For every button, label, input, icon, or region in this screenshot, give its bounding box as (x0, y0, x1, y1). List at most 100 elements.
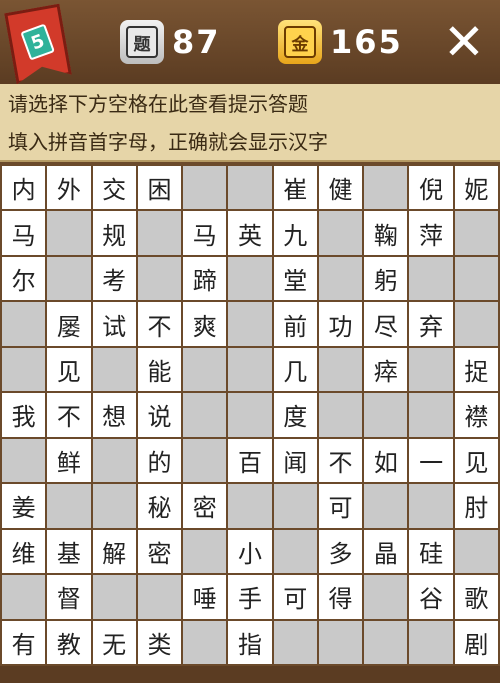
answer-cell[interactable]: 类 (137, 620, 182, 664)
blank-cell (454, 529, 498, 574)
answer-cell[interactable]: 英 (228, 211, 272, 255)
answer-cell[interactable]: 九 (273, 211, 317, 255)
answer-cell[interactable]: 交 (92, 166, 136, 210)
answer-cell[interactable]: 前 (273, 302, 317, 346)
answer-cell[interactable]: 度 (273, 393, 317, 437)
answer-cell[interactable]: 解 (92, 529, 136, 574)
answer-cell[interactable]: 督 (47, 575, 91, 619)
answer-cell[interactable]: 的 (137, 438, 182, 483)
answer-cell[interactable]: 得 (318, 575, 363, 619)
hint-line-1: 请选择下方空格在此查看提示答题 (0, 84, 500, 124)
gold-counter: 金 165 (278, 14, 403, 70)
answer-cell[interactable]: 我 (2, 393, 46, 437)
blank-cell (409, 484, 453, 528)
answer-cell[interactable]: 弃 (409, 302, 453, 346)
answer-cell[interactable]: 有 (2, 620, 46, 664)
blank-cell (137, 256, 182, 301)
answer-cell[interactable]: 无 (92, 620, 136, 664)
answer-cell[interactable]: 妮 (454, 166, 498, 210)
blank-cell (183, 166, 227, 210)
answer-cell[interactable]: 剧 (454, 620, 498, 664)
answer-cell[interactable]: 教 (47, 620, 91, 664)
answer-cell[interactable]: 考 (92, 256, 136, 301)
answer-cell[interactable]: 说 (137, 393, 182, 437)
blank-cell (137, 575, 182, 619)
answer-cell[interactable]: 肘 (454, 484, 498, 528)
hint-line-2: 填入拼音首字母，正确就会显示汉字 (0, 122, 500, 162)
answer-cell[interactable]: 几 (273, 347, 317, 392)
answer-cell[interactable]: 蹄 (183, 256, 227, 301)
answer-cell[interactable]: 见 (47, 347, 91, 392)
answer-cell[interactable]: 闻 (273, 438, 317, 483)
answer-cell[interactable]: 捉 (454, 347, 498, 392)
answer-cell[interactable]: 密 (137, 529, 182, 574)
answer-cell[interactable]: 堂 (273, 256, 317, 301)
answer-cell[interactable]: 倪 (409, 166, 453, 210)
answer-cell[interactable]: 马 (2, 211, 46, 255)
answer-cell[interactable]: 功 (318, 302, 363, 346)
answer-cell[interactable]: 内 (2, 166, 46, 210)
blank-cell (183, 529, 227, 574)
gold-count: 165 (330, 23, 403, 61)
answer-cell[interactable]: 躬 (364, 256, 408, 301)
blank-cell (2, 575, 46, 619)
answer-cell[interactable]: 如 (364, 438, 408, 483)
answer-cell[interactable]: 不 (137, 302, 182, 346)
answer-cell[interactable]: 歌 (454, 575, 498, 619)
answer-cell[interactable]: 一 (409, 438, 453, 483)
answer-cell[interactable]: 爽 (183, 302, 227, 346)
answer-cell[interactable]: 多 (318, 529, 363, 574)
answer-cell[interactable]: 晶 (364, 529, 408, 574)
level-flag-icon[interactable]: 5 (4, 4, 72, 85)
blank-cell (318, 256, 363, 301)
answer-cell[interactable]: 外 (47, 166, 91, 210)
blank-cell (273, 484, 317, 528)
close-button[interactable]: ✕ (438, 16, 490, 68)
answer-cell[interactable]: 能 (137, 347, 182, 392)
answer-cell[interactable]: 襟 (454, 393, 498, 437)
answer-cell[interactable]: 尔 (2, 256, 46, 301)
blank-cell (409, 393, 453, 437)
answer-cell[interactable]: 不 (47, 393, 91, 437)
answer-cell[interactable]: 健 (318, 166, 363, 210)
answer-cell[interactable]: 屡 (47, 302, 91, 346)
answer-cell[interactable]: 百 (228, 438, 272, 483)
answer-cell[interactable]: 指 (228, 620, 272, 664)
level-number: 5 (20, 23, 55, 60)
answer-cell[interactable]: 试 (92, 302, 136, 346)
answer-cell[interactable]: 唾 (183, 575, 227, 619)
answer-cell[interactable]: 可 (318, 484, 363, 528)
answer-cell[interactable]: 见 (454, 438, 498, 483)
answer-cell[interactable]: 鲜 (47, 438, 91, 483)
blank-cell (2, 302, 46, 346)
answer-cell[interactable]: 秘 (137, 484, 182, 528)
answer-cell[interactable]: 鞠 (364, 211, 408, 255)
answer-cell[interactable]: 尽 (364, 302, 408, 346)
answer-cell[interactable]: 小 (228, 529, 272, 574)
answer-cell[interactable]: 瘁 (364, 347, 408, 392)
answer-cell[interactable]: 谷 (409, 575, 453, 619)
answer-cell[interactable]: 手 (228, 575, 272, 619)
answer-cell[interactable]: 马 (183, 211, 227, 255)
answer-cell[interactable]: 姜 (2, 484, 46, 528)
question-count: 87 (172, 23, 221, 61)
blank-cell (183, 393, 227, 437)
answer-cell[interactable]: 硅 (409, 529, 453, 574)
answer-cell[interactable]: 崔 (273, 166, 317, 210)
answer-cell[interactable]: 基 (47, 529, 91, 574)
answer-cell[interactable]: 维 (2, 529, 46, 574)
close-icon: ✕ (443, 13, 485, 71)
crossword-grid: 内外交困崔健倪妮马规马英九鞠萍尔考蹄堂躬屡试不爽前功尽弃见能几瘁捉我不想说度襟鲜… (0, 164, 500, 666)
blank-cell (409, 347, 453, 392)
blank-cell (454, 256, 498, 301)
answer-cell[interactable]: 想 (92, 393, 136, 437)
answer-cell[interactable]: 密 (183, 484, 227, 528)
answer-cell[interactable]: 困 (137, 166, 182, 210)
blank-cell (183, 438, 227, 483)
answer-cell[interactable]: 可 (273, 575, 317, 619)
blank-cell (47, 484, 91, 528)
blank-cell (183, 620, 227, 664)
answer-cell[interactable]: 萍 (409, 211, 453, 255)
answer-cell[interactable]: 不 (318, 438, 363, 483)
answer-cell[interactable]: 规 (92, 211, 136, 255)
